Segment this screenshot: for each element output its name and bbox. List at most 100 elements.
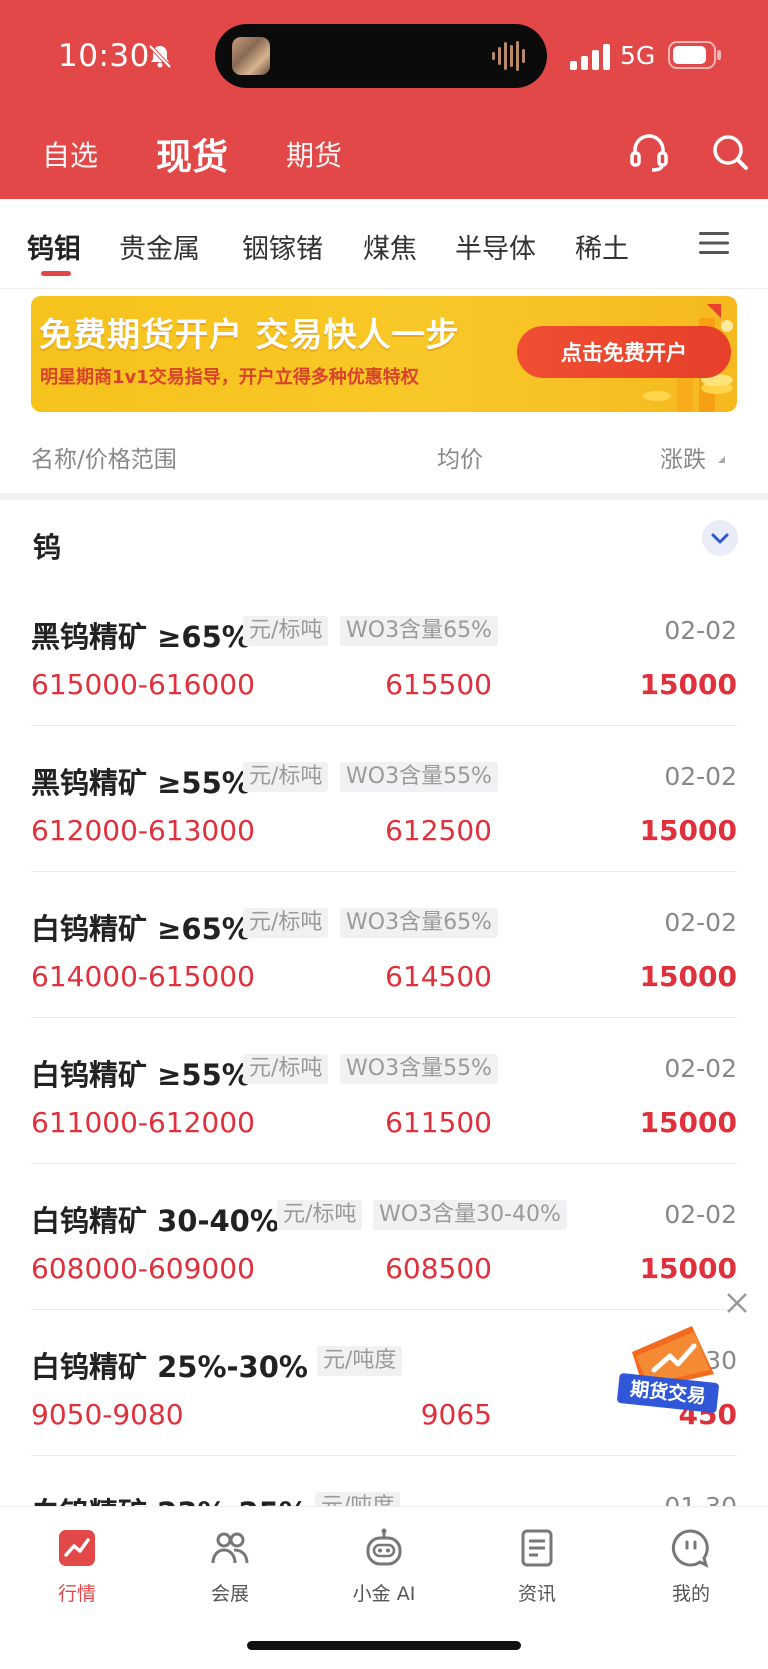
- unit-tag: 元/吨度: [317, 1346, 403, 1376]
- status-time: 10:30: [58, 38, 150, 74]
- tab-futures[interactable]: 期货: [286, 134, 342, 174]
- battery-icon: [668, 41, 721, 69]
- price-range: 9050-9080: [31, 1398, 184, 1431]
- item-date: 01-30: [664, 1492, 737, 1506]
- item-name: 黑钨精矿 ≥65%: [31, 620, 251, 654]
- spec-tag: WO3含量65%: [340, 616, 498, 646]
- average-price: 611500: [385, 1106, 492, 1139]
- nav-profile-label: 我的: [671, 1583, 710, 1605]
- price-change: 15000: [639, 1106, 737, 1139]
- tab-spot[interactable]: 现货: [156, 128, 228, 180]
- average-price: 614500: [385, 960, 492, 993]
- menu-icon[interactable]: [698, 229, 730, 257]
- header: 10:30 5G 自选 现货 期货: [0, 0, 768, 199]
- price-change: 15000: [639, 960, 737, 993]
- item-date: 02-02: [664, 616, 737, 645]
- column-header: 名称/价格范围 均价 涨跌: [0, 430, 768, 480]
- list-item[interactable]: 白钨精矿 30-40% 元/标吨 WO3含量30-40% 02-02 60800…: [31, 1164, 737, 1310]
- nav-news[interactable]: 资讯: [482, 1527, 592, 1606]
- list-item[interactable]: 黑钨精矿 ≥55% 元/标吨 WO3含量55% 02-02 612000-613…: [31, 726, 737, 872]
- average-price: 612500: [385, 814, 492, 847]
- document-icon: [521, 1529, 553, 1567]
- cellular-signal-icon: [570, 44, 610, 70]
- status-bar: 10:30 5G: [0, 0, 768, 110]
- category-indium-gallium-germanium[interactable]: 铟镓锗: [242, 227, 323, 266]
- category-tabs: 钨钼 贵金属 铟镓锗 煤焦 半导体 稀土: [0, 199, 768, 289]
- audio-wave-icon: [492, 41, 525, 71]
- nav-exhibition-label: 会展: [210, 1583, 249, 1605]
- price-range: 615000-616000: [31, 668, 255, 701]
- category-tungsten-molybdenum[interactable]: 钨钼: [27, 227, 81, 266]
- price-range: 614000-615000: [31, 960, 255, 993]
- bell-muted-icon: [148, 44, 172, 69]
- column-average: 均价: [437, 447, 483, 473]
- item-name: 白钨精矿 ≥65%: [31, 912, 251, 946]
- close-icon[interactable]: [724, 1290, 750, 1316]
- open-account-button[interactable]: 点击免费开户: [517, 326, 731, 378]
- price-change: 15000: [639, 668, 737, 701]
- price-change: 15000: [639, 814, 737, 847]
- customer-service-icon[interactable]: [628, 132, 670, 174]
- section-title: 钨: [33, 531, 62, 564]
- nav-ai-assistant[interactable]: 小金 AI: [329, 1527, 439, 1606]
- item-name: 白钨精矿 30-40%: [31, 1204, 279, 1238]
- unit-tag: 元/标吨: [243, 908, 329, 938]
- column-change-sort[interactable]: 涨跌: [660, 440, 706, 474]
- price-range: 612000-613000: [31, 814, 255, 847]
- now-playing-artwork: [232, 37, 270, 75]
- list-item[interactable]: 黑钨精矿 ≥65% 元/标吨 WO3含量65% 02-02 615000-616…: [31, 580, 737, 726]
- chevron-down-icon: [711, 533, 729, 544]
- category-coal-coke[interactable]: 煤焦: [363, 227, 417, 266]
- item-date: 02-02: [664, 1054, 737, 1083]
- dynamic-island[interactable]: [215, 24, 547, 88]
- nav-ai-label: 小金 AI: [352, 1583, 416, 1605]
- unit-tag: 元/标吨: [243, 616, 329, 646]
- column-name-range: 名称/价格范围: [31, 447, 177, 473]
- banner-title: 免费期货开户 交易快人一步: [39, 315, 460, 354]
- futures-trading-float-ad[interactable]: 期货交易: [614, 1322, 724, 1418]
- nav-market[interactable]: 行情: [22, 1527, 132, 1606]
- unit-tag: 元/标吨: [243, 1054, 329, 1084]
- item-date: 02-02: [664, 1200, 737, 1229]
- list-item[interactable]: 白钨精矿 ≥65% 元/标吨 WO3含量65% 02-02 614000-615…: [31, 872, 737, 1018]
- network-type: 5G: [620, 41, 656, 70]
- home-indicator[interactable]: [247, 1641, 521, 1650]
- list-item[interactable]: 白钨精矿 ≥55% 元/标吨 WO3含量55% 02-02 611000-612…: [31, 1018, 737, 1164]
- promo-banner[interactable]: 免费期货开户 交易快人一步 明星期商1v1交易指导，开户立得多种优惠特权 点击免…: [31, 296, 737, 412]
- price-change: 15000: [639, 1252, 737, 1285]
- spec-tag: WO3含量65%: [340, 908, 498, 938]
- item-name: 白钨精矿 25%-30%: [31, 1350, 308, 1384]
- market-chart-icon: [59, 1530, 95, 1566]
- spec-tag: WO3含量55%: [340, 1054, 498, 1084]
- tab-watchlist[interactable]: 自选: [42, 134, 98, 174]
- spec-tag: WO3含量30-40%: [373, 1200, 567, 1230]
- users-icon: [211, 1532, 249, 1564]
- list-item[interactable]: 白钨精矿 23%-25% 元/吨度 01-30: [31, 1456, 737, 1506]
- nav-exhibition[interactable]: 会展: [175, 1527, 285, 1606]
- nav-news-label: 资讯: [517, 1583, 556, 1605]
- nav-profile[interactable]: 我的: [636, 1527, 746, 1606]
- unit-tag: 元/标吨: [243, 762, 329, 792]
- robot-icon: [366, 1528, 402, 1566]
- item-name: 黑钨精矿 ≥55%: [31, 766, 251, 800]
- banner-subtitle: 明星期商1v1交易指导，开户立得多种优惠特权: [40, 367, 419, 388]
- unit-tag: 元/吨度: [315, 1492, 401, 1506]
- category-precious-metals[interactable]: 贵金属: [119, 227, 200, 266]
- item-date: 02-02: [664, 762, 737, 791]
- item-name: 白钨精矿 23%-25%: [31, 1490, 308, 1506]
- category-rare-earth[interactable]: 稀土: [575, 227, 629, 266]
- nav-market-label: 行情: [57, 1583, 96, 1605]
- average-price: 608500: [385, 1252, 492, 1285]
- spec-tag: WO3含量55%: [340, 762, 498, 792]
- average-price: 9065: [420, 1398, 492, 1431]
- price-range: 611000-612000: [31, 1106, 255, 1139]
- price-range: 608000-609000: [31, 1252, 255, 1285]
- top-nav: 自选 现货 期货: [0, 118, 768, 188]
- unit-tag: 元/标吨: [277, 1200, 363, 1230]
- collapse-section-button[interactable]: [702, 520, 738, 556]
- item-name: 白钨精矿 ≥55%: [31, 1058, 251, 1092]
- active-tab-indicator: [41, 271, 71, 276]
- search-icon[interactable]: [710, 132, 750, 172]
- item-date: 02-02: [664, 908, 737, 937]
- category-semiconductor[interactable]: 半导体: [455, 227, 536, 266]
